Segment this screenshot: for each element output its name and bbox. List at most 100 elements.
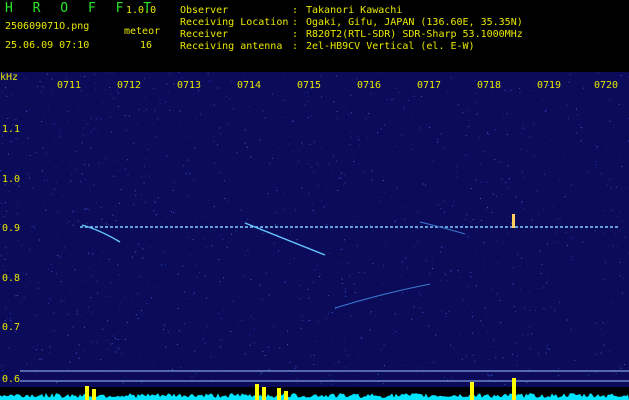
noise-speck (474, 178, 476, 180)
noise-speck (537, 355, 539, 357)
noise-speck (359, 216, 361, 218)
noise-speck (80, 181, 82, 183)
noise-speck (167, 331, 169, 333)
noise-speck (475, 285, 477, 287)
noise-speck (545, 165, 547, 167)
noise-speck (43, 202, 45, 204)
noise-speck (242, 220, 244, 222)
noise-speck (259, 139, 261, 141)
noise-speck (166, 83, 168, 85)
noise-speck (571, 151, 573, 153)
noise-speck (352, 203, 354, 205)
noise-speck (519, 88, 520, 89)
noise-speck (155, 136, 157, 138)
noise-speck (172, 189, 174, 191)
noise-speck (494, 129, 496, 131)
noise-speck (403, 108, 405, 110)
noise-speck (29, 177, 30, 179)
noise-speck (67, 334, 69, 336)
noise-speck (115, 220, 117, 221)
noise-speck (268, 294, 270, 296)
noise-speck (117, 349, 119, 351)
noise-speck (358, 163, 360, 165)
noise-speck (505, 128, 507, 130)
noise-speck (401, 352, 403, 354)
noise-speck (570, 259, 572, 260)
noise-speck (247, 249, 249, 251)
noise-speck (407, 267, 409, 269)
noise-speck (197, 120, 199, 122)
noise-speck (470, 276, 472, 278)
noise-speck (65, 77, 67, 78)
noise-speck (392, 98, 394, 100)
noise-speck (338, 158, 340, 160)
noise-speck (580, 127, 582, 128)
noise-speck (74, 151, 76, 153)
header-panel: H R O F F T 1.0.0 250609071O.png 25.06.0… (0, 0, 629, 72)
noise-speck (185, 172, 187, 174)
noise-speck (542, 99, 544, 101)
noise-speck (153, 335, 155, 337)
noise-speck (33, 255, 34, 257)
noise-speck (232, 300, 234, 302)
noise-speck (56, 234, 58, 236)
noise-speck (371, 179, 373, 181)
noise-speck (541, 263, 543, 265)
noise-speck (160, 222, 162, 224)
noise-speck (609, 120, 611, 122)
noise-speck (229, 98, 231, 100)
noise-speck (348, 114, 350, 116)
noise-speck (447, 91, 449, 93)
noise-speck (157, 118, 159, 120)
noise-speck (459, 242, 461, 244)
noise-speck (515, 311, 516, 313)
noise-speck (486, 314, 488, 316)
noise-speck (558, 375, 560, 377)
noise-speck (527, 334, 529, 335)
noise-speck (427, 297, 429, 299)
noise-speck (350, 94, 352, 96)
noise-speck (4, 340, 6, 342)
noise-speck (616, 246, 618, 248)
noise-speck (411, 318, 413, 320)
noise-speck (259, 284, 261, 286)
noise-speck (383, 365, 385, 366)
noise-speck (23, 360, 25, 362)
noise-speck (323, 206, 325, 208)
noise-speck (352, 383, 354, 385)
noise-speck (338, 361, 340, 363)
level-peak (255, 384, 259, 400)
noise-speck (432, 320, 434, 322)
noise-speck (51, 81, 53, 83)
noise-speck (75, 352, 77, 354)
noise-speck (589, 139, 591, 141)
noise-speck (221, 318, 223, 320)
noise-speck (531, 73, 533, 75)
noise-speck (159, 102, 161, 104)
noise-speck (331, 170, 333, 172)
noise-speck (102, 101, 104, 103)
noise-speck (504, 228, 506, 230)
noise-speck (7, 253, 9, 255)
antenna-value: 2el-HB9CV Vertical (el. E-W) (306, 41, 475, 52)
noise-speck (106, 81, 108, 83)
noise-speck (232, 108, 234, 110)
noise-speck (77, 108, 79, 110)
noise-speck (456, 165, 458, 167)
noise-speck (470, 188, 472, 189)
noise-speck (587, 301, 589, 303)
noise-speck (160, 264, 162, 265)
noise-speck (99, 77, 101, 79)
noise-speck (353, 283, 355, 285)
noise-speck (258, 160, 260, 162)
noise-speck (294, 367, 296, 369)
noise-speck (544, 197, 546, 199)
noise-speck (298, 150, 300, 152)
noise-speck (537, 175, 539, 177)
noise-speck (446, 279, 448, 281)
noise-speck (222, 310, 224, 312)
noise-speck (283, 192, 285, 194)
noise-speck (69, 361, 71, 363)
noise-speck (94, 88, 96, 90)
noise-speck (598, 267, 600, 269)
